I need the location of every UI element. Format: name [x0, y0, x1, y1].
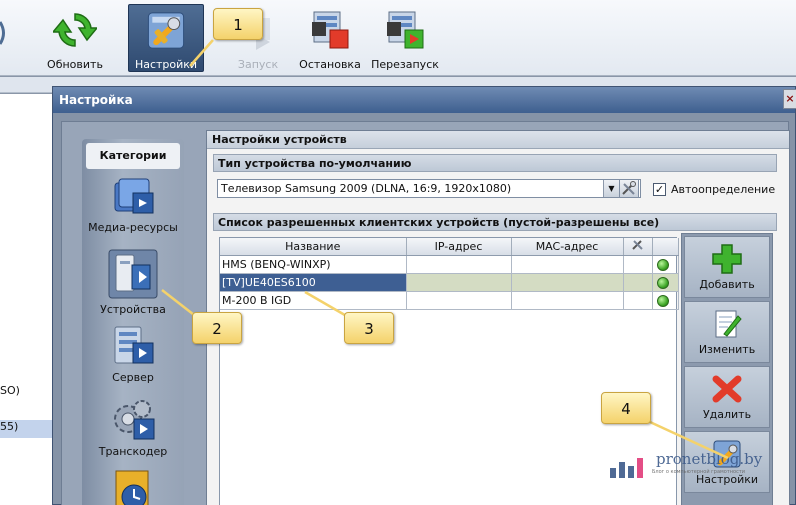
device-tools-cell	[623, 273, 653, 292]
callout-3: 3	[344, 312, 394, 344]
default-type-group-title: Тип устройства по-умолчанию	[213, 154, 777, 172]
device-status-cell	[652, 291, 679, 310]
column-header-name[interactable]: Название	[220, 238, 407, 256]
settings-dialog: Настройка × Категории Медиа-ресурсы Устр…	[52, 86, 796, 505]
device-settings-title: Настройки устройств	[207, 131, 789, 149]
callout-4: 4	[601, 392, 651, 424]
status-green-icon	[656, 276, 669, 289]
category-transcoder[interactable]: Транскодер	[82, 397, 184, 458]
default-device-type-select[interactable]: Телевизор Samsung 2009 (DLNA, 16:9, 1920…	[217, 179, 641, 198]
device-mac-cell	[511, 291, 624, 310]
autodetect-label: Автоопределение	[671, 182, 776, 196]
transcoder-icon	[114, 400, 155, 440]
device-status-cell	[652, 273, 679, 292]
close-button[interactable]: ×	[783, 89, 796, 109]
table-row[interactable]: HMS (BENQ-WINXP)	[220, 255, 679, 274]
category-devices[interactable]: Устройства	[82, 249, 184, 316]
tools-icon	[622, 181, 636, 195]
settings-toolbar-button[interactable]: Настройки	[128, 4, 204, 72]
device-tools-cell	[623, 255, 653, 274]
autodetect-checkbox-wrap[interactable]: ✓ Автоопределение	[653, 180, 775, 198]
device-name-cell: M-200 B IGD	[220, 291, 407, 310]
watermark-text: pronetblog.by	[656, 450, 763, 468]
restart-button[interactable]: Перезапуск	[367, 4, 443, 72]
stop-button[interactable]: Остановка	[292, 4, 368, 72]
categories-panel: Категории Медиа-ресурсы Устройства Серве…	[82, 139, 184, 505]
delete-device-label: Удалить	[702, 408, 752, 421]
status-green-icon	[656, 294, 669, 307]
dropdown-arrow-icon[interactable]: ▼	[603, 180, 619, 197]
media-resources-icon	[114, 178, 154, 214]
start-label: Запуск	[237, 58, 279, 71]
delete-icon	[712, 375, 742, 403]
background-list-fragment: SO)	[0, 384, 20, 397]
device-tools-cell	[623, 291, 653, 310]
column-header-status	[652, 238, 679, 256]
dialog-body: Категории Медиа-ресурсы Устройства Серве…	[61, 121, 790, 505]
server-icon	[114, 326, 154, 364]
category-devices-label: Устройства	[100, 303, 166, 316]
cut-off-icon	[0, 21, 5, 45]
main-toolbar: Обновить Настройки Запуск Остановка Пере…	[0, 0, 796, 76]
table-row[interactable]: M-200 B IGD	[220, 291, 679, 310]
devices-icon	[108, 249, 158, 299]
tools-icon	[631, 240, 643, 250]
device-settings-panel: Настройки устройств Тип устройства по-ум…	[206, 130, 790, 505]
status-green-icon	[656, 258, 669, 271]
column-header-ip[interactable]: IP-адрес	[406, 238, 512, 256]
device-mac-cell	[511, 255, 624, 274]
edit-device-label: Изменить	[698, 343, 756, 356]
callout-1: 1	[213, 8, 263, 40]
settings-toolbar-label: Настройки	[134, 58, 198, 71]
column-header-tools[interactable]	[623, 238, 653, 256]
callout-2: 2	[192, 312, 242, 344]
table-row-selected[interactable]: [TV]UE40ES6100	[220, 273, 679, 292]
device-type-tools-button[interactable]	[619, 179, 639, 198]
stop-icon	[312, 11, 349, 49]
edit-device-button[interactable]: Изменить	[684, 301, 770, 363]
refresh-icon	[53, 13, 97, 47]
refresh-button[interactable]: Обновить	[37, 4, 113, 72]
category-media-resources-label: Медиа-ресурсы	[88, 221, 178, 234]
device-status-cell	[652, 255, 679, 274]
category-media-resources[interactable]: Медиа-ресурсы	[82, 175, 184, 234]
clock-icon	[115, 470, 149, 505]
category-server[interactable]: Сервер	[82, 325, 184, 384]
categories-title: Категории	[86, 143, 180, 169]
add-device-label: Добавить	[699, 278, 755, 291]
category-scheduler[interactable]	[82, 469, 184, 505]
device-name-cell: HMS (BENQ-WINXP)	[220, 255, 407, 274]
restart-icon	[387, 11, 424, 49]
dialog-title: Настройка	[53, 87, 795, 113]
restart-label: Перезапуск	[371, 58, 439, 71]
delete-device-button[interactable]: Удалить	[684, 366, 770, 428]
column-header-mac[interactable]: MAC-адрес	[511, 238, 624, 256]
device-mac-cell	[511, 273, 624, 292]
blog-logo-icon	[610, 458, 643, 478]
device-ip-cell	[406, 255, 512, 274]
add-device-button[interactable]: Добавить	[684, 236, 770, 298]
background-list-fragment-selected: 55)	[0, 420, 52, 438]
device-name-cell: [TV]UE40ES6100	[220, 273, 407, 292]
refresh-label: Обновить	[47, 58, 103, 71]
background-list: SO) 55)	[0, 94, 52, 505]
watermark: pronetblog.by Блог о компьютерной грамот…	[608, 450, 768, 486]
device-ip-cell	[406, 291, 512, 310]
allowed-clients-group-title: Список разрешенных клиентских устройств …	[213, 213, 777, 231]
plus-icon	[712, 244, 742, 274]
category-transcoder-label: Транскодер	[98, 445, 168, 458]
edit-icon	[715, 310, 742, 338]
device-ip-cell	[406, 273, 512, 292]
settings-icon	[147, 12, 185, 49]
watermark-subtext: Блог о компьютерной грамотности	[652, 469, 746, 475]
stop-label: Остановка	[299, 58, 361, 71]
category-server-label: Сервер	[112, 371, 154, 384]
autodetect-checkbox[interactable]: ✓	[653, 182, 666, 196]
